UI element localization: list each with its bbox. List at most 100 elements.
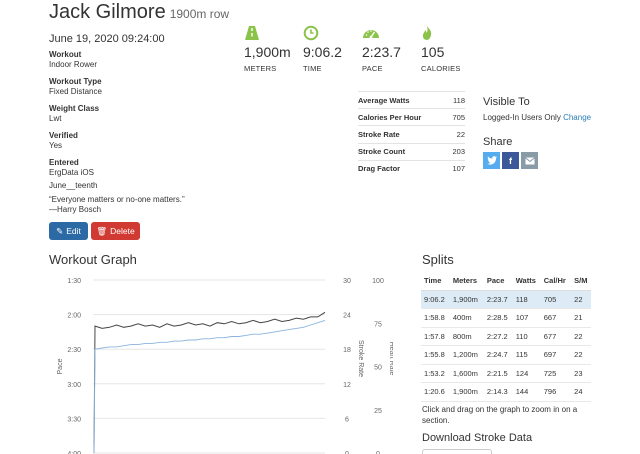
stroke-rate-tick-label: 18 xyxy=(343,347,351,354)
change-visibility-link[interactable]: Change xyxy=(563,113,591,122)
email-share-button[interactable] xyxy=(521,152,538,169)
splits-cell: 22 xyxy=(571,327,591,346)
splits-cell: 677 xyxy=(540,327,572,346)
metric-value: 705 xyxy=(452,112,465,122)
heart-rate-tick-label: 75 xyxy=(374,321,382,328)
splits-row[interactable]: 9:06.2 1,900m 2:23.7 118 705 22 xyxy=(421,290,591,309)
visible-to-value: Logged-In Users Only Change xyxy=(483,113,592,122)
splits-column-header: S/M xyxy=(571,272,591,291)
workout-notes: June__teenth “Everyone matters or no-one… xyxy=(49,181,185,216)
athlete-name: Jack Gilmore xyxy=(49,1,166,23)
splits-cell: 705 xyxy=(540,290,572,309)
stroke-rate-tick-label: 24 xyxy=(343,313,351,320)
pace-tick-label: 2:30 xyxy=(67,347,81,354)
heart-rate-tick-label: 100 xyxy=(372,278,384,285)
metric-value: 107 xyxy=(452,164,465,174)
splits-cell: 800m xyxy=(449,327,484,346)
metric-value: 118 xyxy=(453,95,465,105)
meta-value: Lwt xyxy=(49,114,62,123)
workout-chart[interactable]: 1:302:002:303:003:304:00Pace3024181260St… xyxy=(48,268,395,454)
splits-row[interactable]: 1:58.8 400m 2:28.5 107 667 21 xyxy=(421,308,591,328)
splits-row[interactable]: 1:53.2 1,600m 2:21.5 124 725 23 xyxy=(421,364,591,383)
splits-table: Time Meters Pace Watts Cal/Hr S/M 9:06.2 1,900… xyxy=(421,272,591,402)
splits-cell: 24 xyxy=(571,382,591,402)
heart-rate-tick-label: 25 xyxy=(374,408,382,415)
workout-graph[interactable]: 1:302:002:303:003:304:00Pace3024181260St… xyxy=(48,268,395,454)
splits-row[interactable]: 1:20.6 1,900m 2:14.3 144 796 24 xyxy=(421,382,591,402)
workout-date: June 19, 2020 09:24:00 xyxy=(49,33,165,45)
stat-calories: 105 CALORIES xyxy=(421,25,491,73)
splits-cell: 1:55.8 xyxy=(421,345,450,365)
splits-cell: 1:57.8 xyxy=(421,327,450,346)
heart-rate-series-line xyxy=(93,319,326,454)
splits-cell: 144 xyxy=(512,382,541,402)
pace-tick-label: 3:30 xyxy=(67,416,81,423)
splits-cell: 725 xyxy=(540,364,572,383)
download-button[interactable] xyxy=(422,449,492,454)
notes-title: June__teenth xyxy=(49,181,98,190)
pace-series-line xyxy=(93,311,326,454)
workout-meta: Workout Indoor Rower Workout Type Fixed Dis… xyxy=(49,50,229,185)
pace-axis-label: Pace xyxy=(57,358,64,374)
twitter-share-button[interactable] xyxy=(483,152,500,169)
metric-label: Stroke Rate xyxy=(358,129,400,139)
splits-cell: 107 xyxy=(512,308,541,328)
metric-row: Drag Factor 107 xyxy=(358,159,465,177)
splits-cell: 1,200m xyxy=(449,345,484,365)
stroke-rate-tick-label: 30 xyxy=(343,278,351,285)
visible-to-heading: Visible To xyxy=(483,96,530,108)
splits-cell: 2:27.2 xyxy=(483,327,513,346)
notes-author: —Harry Bosch xyxy=(49,205,102,214)
meta-value: Indoor Rower xyxy=(49,60,98,69)
workout-subtitle: 1900m row xyxy=(169,7,230,21)
metric-row: Stroke Count 203 xyxy=(358,142,465,160)
splits-heading: Splits xyxy=(422,252,454,267)
edit-button[interactable]: ✎ Edit xyxy=(49,222,88,240)
page-title: Jack Gilmore 1900m row xyxy=(49,1,229,24)
splits-cell: 2:21.5 xyxy=(483,364,513,383)
metric-row: Calories Per Hour 705 xyxy=(358,108,465,125)
splits-cell: 400m xyxy=(449,308,484,328)
share-heading: Share xyxy=(483,136,513,148)
splits-column-header: Cal/Hr xyxy=(540,272,572,291)
pace-tick-label: 1:30 xyxy=(67,278,81,285)
splits-cell: 1,900m xyxy=(449,382,484,402)
splits-cell: 1:53.2 xyxy=(421,364,450,383)
metric-value: 203 xyxy=(452,147,465,157)
zoom-hint: Click and drag on the graph to zoom in o… xyxy=(422,405,578,425)
metric-label: Stroke Count xyxy=(358,147,406,157)
splits-cell: 1:58.8 xyxy=(421,308,450,328)
stroke-rate-tick-label: 6 xyxy=(345,416,349,423)
flame-icon xyxy=(421,25,491,41)
splits-cell: 115 xyxy=(512,345,541,365)
splits-column-header: Time xyxy=(421,272,450,291)
splits-row[interactable]: 1:55.8 1,200m 2:24.7 115 697 22 xyxy=(421,345,591,365)
splits-column-header: Watts xyxy=(512,272,541,291)
splits-row[interactable]: 1:57.8 800m 2:27.2 110 677 22 xyxy=(421,327,591,346)
metrics-table: Average Watts 118 Calories Per Hour 705 Stro… xyxy=(358,91,465,177)
meta-value: Fixed Distance xyxy=(49,87,102,96)
splits-cell: 23 xyxy=(571,364,591,383)
envelope-icon xyxy=(524,156,535,164)
facebook-icon: f xyxy=(509,155,512,166)
splits-column-header: Meters xyxy=(449,272,484,291)
splits-cell: 118 xyxy=(512,290,541,309)
meta-value: ErgData iOS xyxy=(49,168,94,177)
splits-cell: 22 xyxy=(571,345,591,365)
meta-label: Workout xyxy=(49,50,82,59)
metric-value: 22 xyxy=(456,129,465,139)
facebook-share-button[interactable]: f xyxy=(502,152,519,169)
download-stroke-data-heading: Download Stroke Data xyxy=(422,432,533,444)
splits-cell: 796 xyxy=(540,382,572,402)
meta-value: Yes xyxy=(49,141,63,150)
delete-button[interactable]: 🗑︎ Delete xyxy=(91,222,140,240)
splits-cell: 1,600m xyxy=(449,364,484,383)
splits-cell: 2:24.7 xyxy=(483,345,513,365)
splits-header-row: Time Meters Pace Watts Cal/Hr S/M xyxy=(421,272,591,291)
meta-label: Entered xyxy=(49,158,79,167)
splits-cell: 2:28.5 xyxy=(483,308,513,328)
meta-label: Workout Type xyxy=(49,77,102,86)
meta-label: Verified xyxy=(49,131,78,140)
splits-cell: 1,900m xyxy=(449,290,484,309)
pencil-icon: ✎ xyxy=(56,225,64,236)
